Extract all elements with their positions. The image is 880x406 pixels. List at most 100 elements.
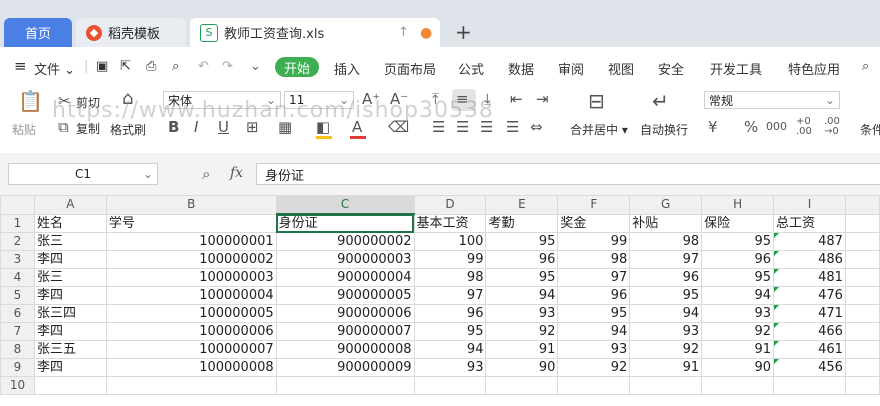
cell[interactable]: 基本工资 — [413, 213, 487, 233]
cell[interactable] — [844, 304, 880, 323]
column-header[interactable]: I — [773, 195, 846, 215]
cell[interactable] — [557, 376, 631, 395]
column-header[interactable]: B — [105, 195, 277, 215]
cell[interactable]: 900000005 — [275, 286, 415, 305]
tab-security[interactable]: 安全 — [658, 59, 684, 78]
upload-icon[interactable]: ↑ — [398, 25, 409, 40]
column-header[interactable]: D — [413, 195, 487, 215]
cell[interactable]: 91 — [629, 358, 703, 377]
cell[interactable]: 95 — [485, 232, 559, 251]
cell[interactable]: 92 — [629, 340, 703, 359]
column-header[interactable]: A — [33, 195, 107, 215]
save-icon[interactable]: ▣ — [96, 59, 108, 74]
cell[interactable]: 99 — [413, 250, 487, 269]
cell[interactable]: 98 — [413, 268, 487, 287]
justify-icon[interactable]: ☰ — [506, 119, 519, 135]
format-painter-button[interactable]: 格式刷 — [110, 121, 146, 138]
search-icon[interactable]: ⌕ — [862, 59, 869, 74]
cell[interactable]: 456 — [773, 358, 846, 377]
tab-special-features[interactable]: 特色应用 — [788, 59, 840, 78]
wrap-text-button[interactable]: 自动换行 — [640, 121, 688, 138]
merge-center-button[interactable]: 合并居中 ▾ — [570, 121, 628, 138]
cell[interactable] — [844, 286, 880, 305]
redo-icon[interactable]: ↷ — [222, 59, 233, 74]
export-pdf-icon[interactable]: ⇱ — [120, 59, 131, 74]
cell[interactable]: 100000002 — [105, 250, 277, 269]
cell[interactable]: 476 — [773, 286, 846, 305]
cell[interactable] — [844, 250, 880, 269]
row-header[interactable]: 5 — [0, 286, 35, 305]
cell[interactable]: 461 — [773, 340, 846, 359]
cell[interactable]: 100000005 — [105, 304, 277, 323]
cell[interactable]: 95 — [557, 304, 631, 323]
hamburger-menu-icon[interactable]: ≡ — [14, 57, 27, 75]
select-all-corner[interactable] — [0, 195, 35, 215]
cell[interactable] — [33, 376, 107, 395]
cell[interactable] — [485, 376, 559, 395]
cell[interactable]: 95 — [413, 322, 487, 341]
cell[interactable]: 97 — [413, 286, 487, 305]
cell[interactable]: 486 — [773, 250, 846, 269]
row-header[interactable]: 9 — [0, 358, 35, 377]
cell[interactable]: 张三 — [33, 232, 107, 251]
merge-center-icon[interactable]: ⊟ — [588, 91, 605, 111]
cell[interactable]: 900000009 — [275, 358, 415, 377]
cell[interactable]: 总工资 — [773, 213, 846, 233]
cell[interactable]: 93 — [557, 340, 631, 359]
cell[interactable]: 100000008 — [105, 358, 277, 377]
cell[interactable]: 96 — [701, 250, 775, 269]
cell[interactable]: 100000004 — [105, 286, 277, 305]
indent-increase-icon[interactable]: ⇥ — [536, 91, 549, 107]
cell[interactable] — [701, 376, 775, 395]
cell[interactable]: 481 — [773, 268, 846, 287]
formula-input[interactable]: 身份证 — [256, 163, 880, 185]
cell[interactable]: 93 — [629, 322, 703, 341]
thousands-separator-icon[interactable]: 000 — [766, 119, 787, 135]
cell[interactable]: 96 — [629, 268, 703, 287]
cell[interactable]: 李四 — [33, 250, 107, 269]
cell[interactable] — [844, 358, 880, 377]
tab-insert[interactable]: 插入 — [334, 59, 360, 78]
cell[interactable]: 李四 — [33, 322, 107, 341]
cell[interactable]: 100000001 — [105, 232, 277, 251]
tab-start[interactable]: 开始 — [275, 57, 319, 77]
cell[interactable] — [844, 340, 880, 359]
row-header[interactable]: 7 — [0, 322, 35, 341]
file-menu[interactable]: 文件 ⌄ — [34, 59, 75, 78]
name-box[interactable]: C1 ⌄ — [8, 163, 158, 185]
tab-developer[interactable]: 开发工具 — [710, 59, 762, 78]
cell[interactable]: 张三 — [33, 268, 107, 287]
cell[interactable]: 96 — [557, 286, 631, 305]
cell[interactable]: 94 — [413, 340, 487, 359]
column-header[interactable]: F — [557, 195, 631, 215]
cell[interactable] — [413, 376, 487, 395]
column-header[interactable]: G — [629, 195, 703, 215]
tab-page-layout[interactable]: 页面布局 — [384, 59, 436, 78]
number-format-select[interactable]: 常规 ⌄ — [704, 91, 840, 109]
cell[interactable] — [844, 268, 880, 287]
cell[interactable]: 94 — [485, 286, 559, 305]
paste-icon[interactable]: 📋 — [18, 91, 43, 111]
cell[interactable]: 900000007 — [275, 322, 415, 341]
cell[interactable]: 100 — [413, 232, 487, 251]
cell[interactable]: 100000007 — [105, 340, 277, 359]
cell[interactable]: 900000008 — [275, 340, 415, 359]
print-icon[interactable]: ⎙ — [146, 59, 156, 74]
decrease-decimal-icon[interactable]: .00 →0 — [824, 117, 840, 137]
cell[interactable]: 98 — [557, 250, 631, 269]
cell[interactable]: 90 — [701, 358, 775, 377]
cell[interactable]: 91 — [485, 340, 559, 359]
row-header[interactable]: 10 — [0, 376, 35, 395]
distributed-icon[interactable]: ⇔ — [530, 119, 543, 135]
cell[interactable]: 93 — [485, 304, 559, 323]
print-preview-icon[interactable]: ⌕ — [172, 59, 179, 74]
cell[interactable]: 97 — [629, 250, 703, 269]
cell[interactable]: 93 — [413, 358, 487, 377]
cell[interactable]: 91 — [701, 340, 775, 359]
cell[interactable]: 900000003 — [275, 250, 415, 269]
quick-access-dropdown-icon[interactable]: ⌄ — [250, 59, 261, 74]
cell[interactable] — [844, 322, 880, 341]
cell[interactable] — [844, 213, 880, 233]
cell[interactable] — [773, 376, 846, 395]
new-tab-plus-icon[interactable]: + — [455, 20, 472, 44]
